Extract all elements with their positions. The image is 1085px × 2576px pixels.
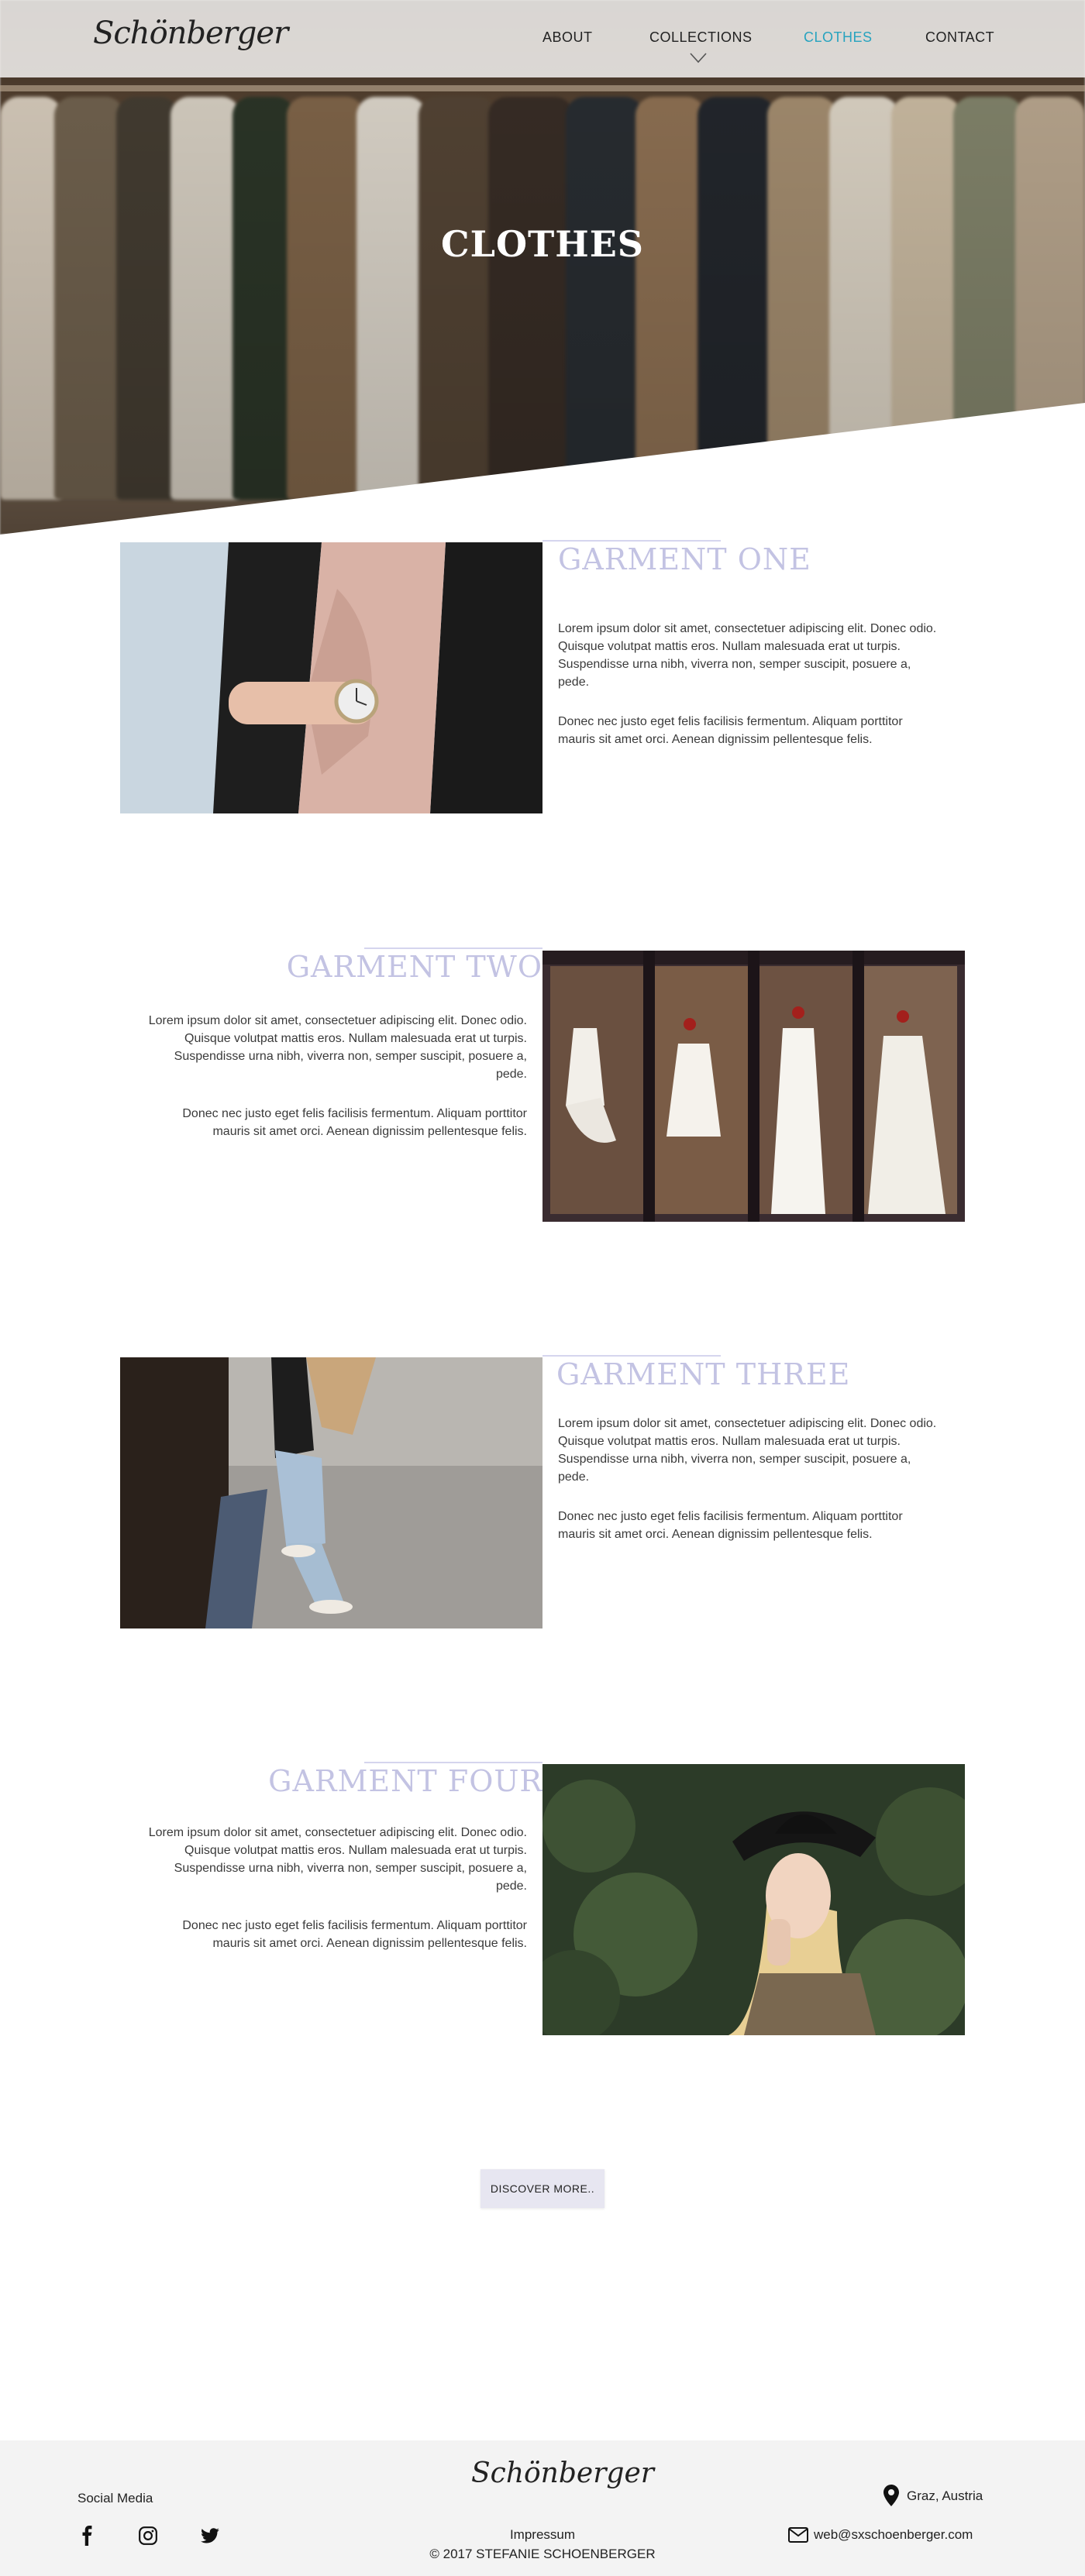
garment-one-text-2: Donec nec justo eget felis facilisis fer… [558,715,903,746]
garment-four-title: GARMENT FOUR [268,1764,542,1798]
chevron-down-icon[interactable] [690,53,707,64]
hero-banner: CLOTHES [0,0,1085,535]
copyright-text: © 2017 STEFANIE SCHOENBERGER [429,2547,656,2561]
garment-four-photo [542,1764,965,2035]
nav-item-about[interactable]: ABOUT [542,29,593,46]
garment-two-text-2: Donec nec justo eget felis facilisis fer… [182,1107,527,1138]
garment-four-text-2: Donec nec justo eget felis facilisis fer… [182,1919,527,1950]
title-underline [542,1355,721,1357]
footer: Social Media Schönberger Impressum © 201… [0,2440,1085,2576]
location-text: Graz, Austria [907,2488,983,2503]
nav-item-clothes[interactable]: CLOTHES [804,29,873,46]
top-navigation: Schönberger ABOUT COLLECTIONS CLOTHES CO… [0,0,1085,77]
garment-two-text-1: Lorem ipsum dolor sit amet, consectetuer… [148,1014,527,1081]
page-title: CLOTHES [441,223,644,265]
footer-logo[interactable]: Schönberger [471,2457,654,2489]
garment-four-text-1: Lorem ipsum dolor sit amet, consectetuer… [148,1826,527,1893]
garment-two-title: GARMENT TWO [286,950,542,984]
email-link[interactable]: web@sxschoenberger.com [814,2527,973,2543]
title-underline [364,948,542,949]
hero-overlay [0,0,1085,535]
garment-three-text-1: Lorem ipsum dolor sit amet, consectetuer… [558,1417,937,1484]
title-underline [364,1762,542,1763]
garment-three-text-2: Donec nec justo eget felis facilisis fer… [558,1510,903,1541]
garment-one-title: GARMENT ONE [558,542,811,576]
mail-icon [788,2527,808,2543]
garment-one-photo [120,542,542,813]
discover-more-button[interactable]: DISCOVER MORE.. [480,2169,604,2208]
location-pin-icon [884,2485,899,2506]
garment-one-text-1: Lorem ipsum dolor sit amet, consectetuer… [558,622,937,689]
nav-item-contact[interactable]: CONTACT [925,29,994,46]
garment-two-photo [542,951,965,1222]
site-logo[interactable]: Schönberger [93,15,288,51]
garment-three-photo [120,1357,542,1628]
garment-three-title: GARMENT THREE [556,1357,851,1391]
title-underline [542,540,721,542]
social-media-label: Social Media [78,2491,153,2505]
nav-item-collections[interactable]: COLLECTIONS [649,29,753,46]
